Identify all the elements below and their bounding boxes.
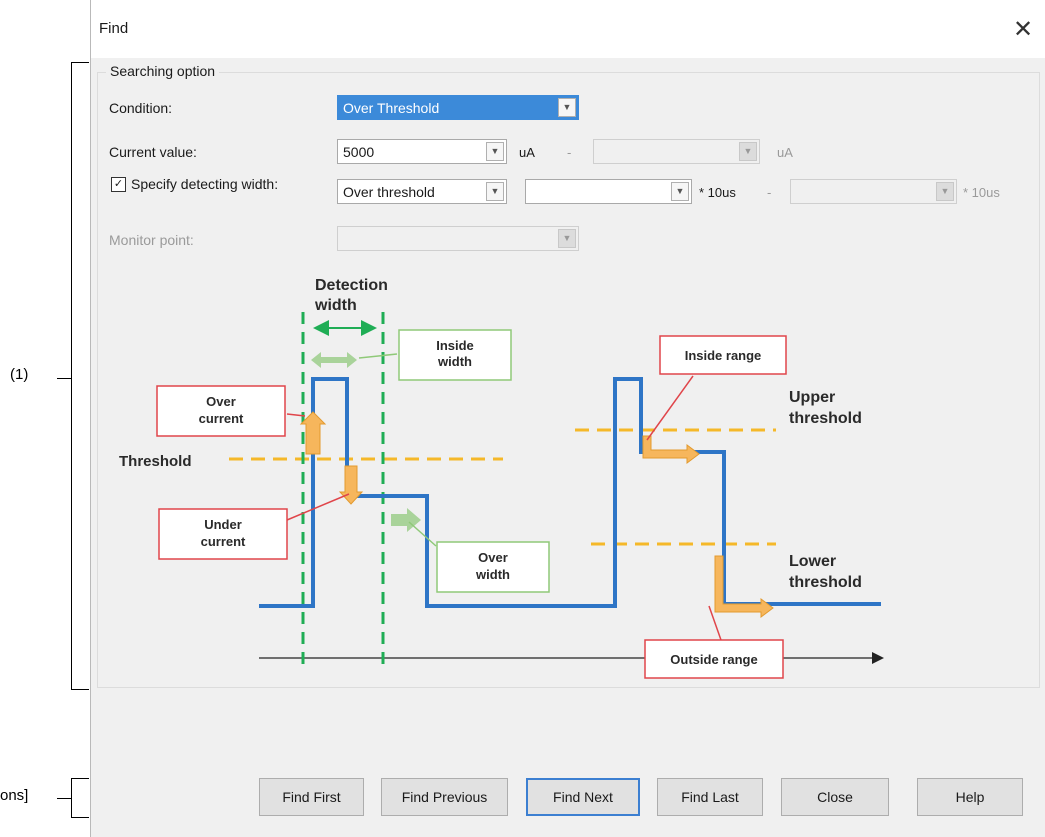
- find-first-button[interactable]: Find First: [259, 778, 364, 816]
- annotation-2-bracket: [71, 778, 89, 818]
- detection-width-label-2: width: [314, 297, 357, 314]
- annotation-2: ons]: [0, 787, 29, 804]
- find-last-button[interactable]: Find Last: [657, 778, 763, 816]
- condition-value: Over Threshold: [343, 100, 440, 116]
- upper-threshold-text-1: Upper: [789, 389, 835, 406]
- annotation-1: (1): [10, 366, 29, 383]
- detection-width-label-1: Detection: [315, 277, 388, 294]
- title-bar: Find ✕: [91, 0, 1045, 58]
- detecting-upper-unit: * 10us: [963, 185, 1000, 200]
- current-value-combo[interactable]: 5000 ▼: [337, 139, 507, 164]
- current-range-separator: -: [567, 145, 572, 160]
- detecting-width-unit: * 10us: [699, 185, 736, 200]
- close-button[interactable]: Close: [781, 778, 889, 816]
- current-upper-unit: uA: [777, 145, 793, 160]
- lower-threshold-text-2: threshold: [789, 574, 862, 591]
- threshold-text: Threshold: [119, 453, 192, 470]
- chevron-down-icon[interactable]: ▼: [558, 98, 576, 117]
- detecting-width-label[interactable]: Specify detecting width:: [131, 176, 278, 192]
- under-current-arrow: [338, 465, 364, 505]
- annotation-1-leader: [57, 378, 71, 379]
- detecting-range-separator: -: [767, 185, 772, 200]
- detecting-width-checkbox[interactable]: ✓: [111, 177, 126, 192]
- chevron-down-icon: ▼: [558, 229, 576, 248]
- group-title: Searching option: [106, 63, 220, 79]
- upper-threshold-text-2: threshold: [789, 410, 862, 427]
- chevron-down-icon: ▼: [739, 142, 757, 161]
- help-button[interactable]: Help: [917, 778, 1023, 816]
- chevron-down-icon[interactable]: ▼: [671, 182, 689, 201]
- chevron-down-icon[interactable]: ▼: [486, 182, 504, 201]
- chevron-down-icon: ▼: [936, 182, 954, 201]
- current-upper-combo: ▼: [593, 139, 760, 164]
- inside-range-text: Inside range: [685, 348, 762, 363]
- current-value-text: 5000: [343, 144, 375, 160]
- monitor-point-label: Monitor point:: [109, 232, 194, 248]
- detecting-upper-combo: ▼: [790, 179, 957, 204]
- current-value-label: Current value:: [109, 144, 197, 160]
- find-dialog: Find ✕ Searching option Condition: Over …: [90, 0, 1045, 837]
- inside-range-arrow: [642, 435, 700, 464]
- dialog-title: Find: [99, 20, 129, 37]
- monitor-point-combo: ▼: [337, 226, 579, 251]
- inside-width-text-2: width: [437, 354, 472, 369]
- over-width-text-1: Over: [478, 550, 508, 565]
- over-width-text-2: width: [475, 567, 510, 582]
- detecting-width-combo[interactable]: ▼: [525, 179, 692, 204]
- threshold-diagram: Detection width Inside width Over curren…: [119, 277, 884, 679]
- under-current-text-2: current: [201, 534, 246, 549]
- over-current-text-1: Over: [206, 394, 236, 409]
- detecting-mode-combo[interactable]: Over threshold ▼: [337, 179, 507, 204]
- condition-label: Condition:: [109, 100, 173, 116]
- current-unit: uA: [519, 145, 535, 160]
- close-icon[interactable]: ✕: [1008, 10, 1038, 50]
- over-current-text-2: current: [199, 411, 244, 426]
- detecting-mode-value: Over threshold: [343, 184, 435, 200]
- find-previous-button[interactable]: Find Previous: [381, 778, 508, 816]
- under-current-text-1: Under: [204, 517, 242, 532]
- find-next-button[interactable]: Find Next: [526, 778, 640, 816]
- lower-threshold-text-1: Lower: [789, 553, 836, 570]
- condition-combo[interactable]: Over Threshold ▼: [337, 95, 579, 120]
- annotation-2-leader: [57, 798, 71, 799]
- inside-width-arrow: [311, 352, 357, 368]
- chevron-down-icon[interactable]: ▼: [486, 142, 504, 161]
- inside-width-text-1: Inside: [436, 338, 474, 353]
- outside-range-text: Outside range: [670, 652, 757, 667]
- annotation-1-bracket: [71, 62, 89, 690]
- over-current-arrow: [299, 411, 327, 455]
